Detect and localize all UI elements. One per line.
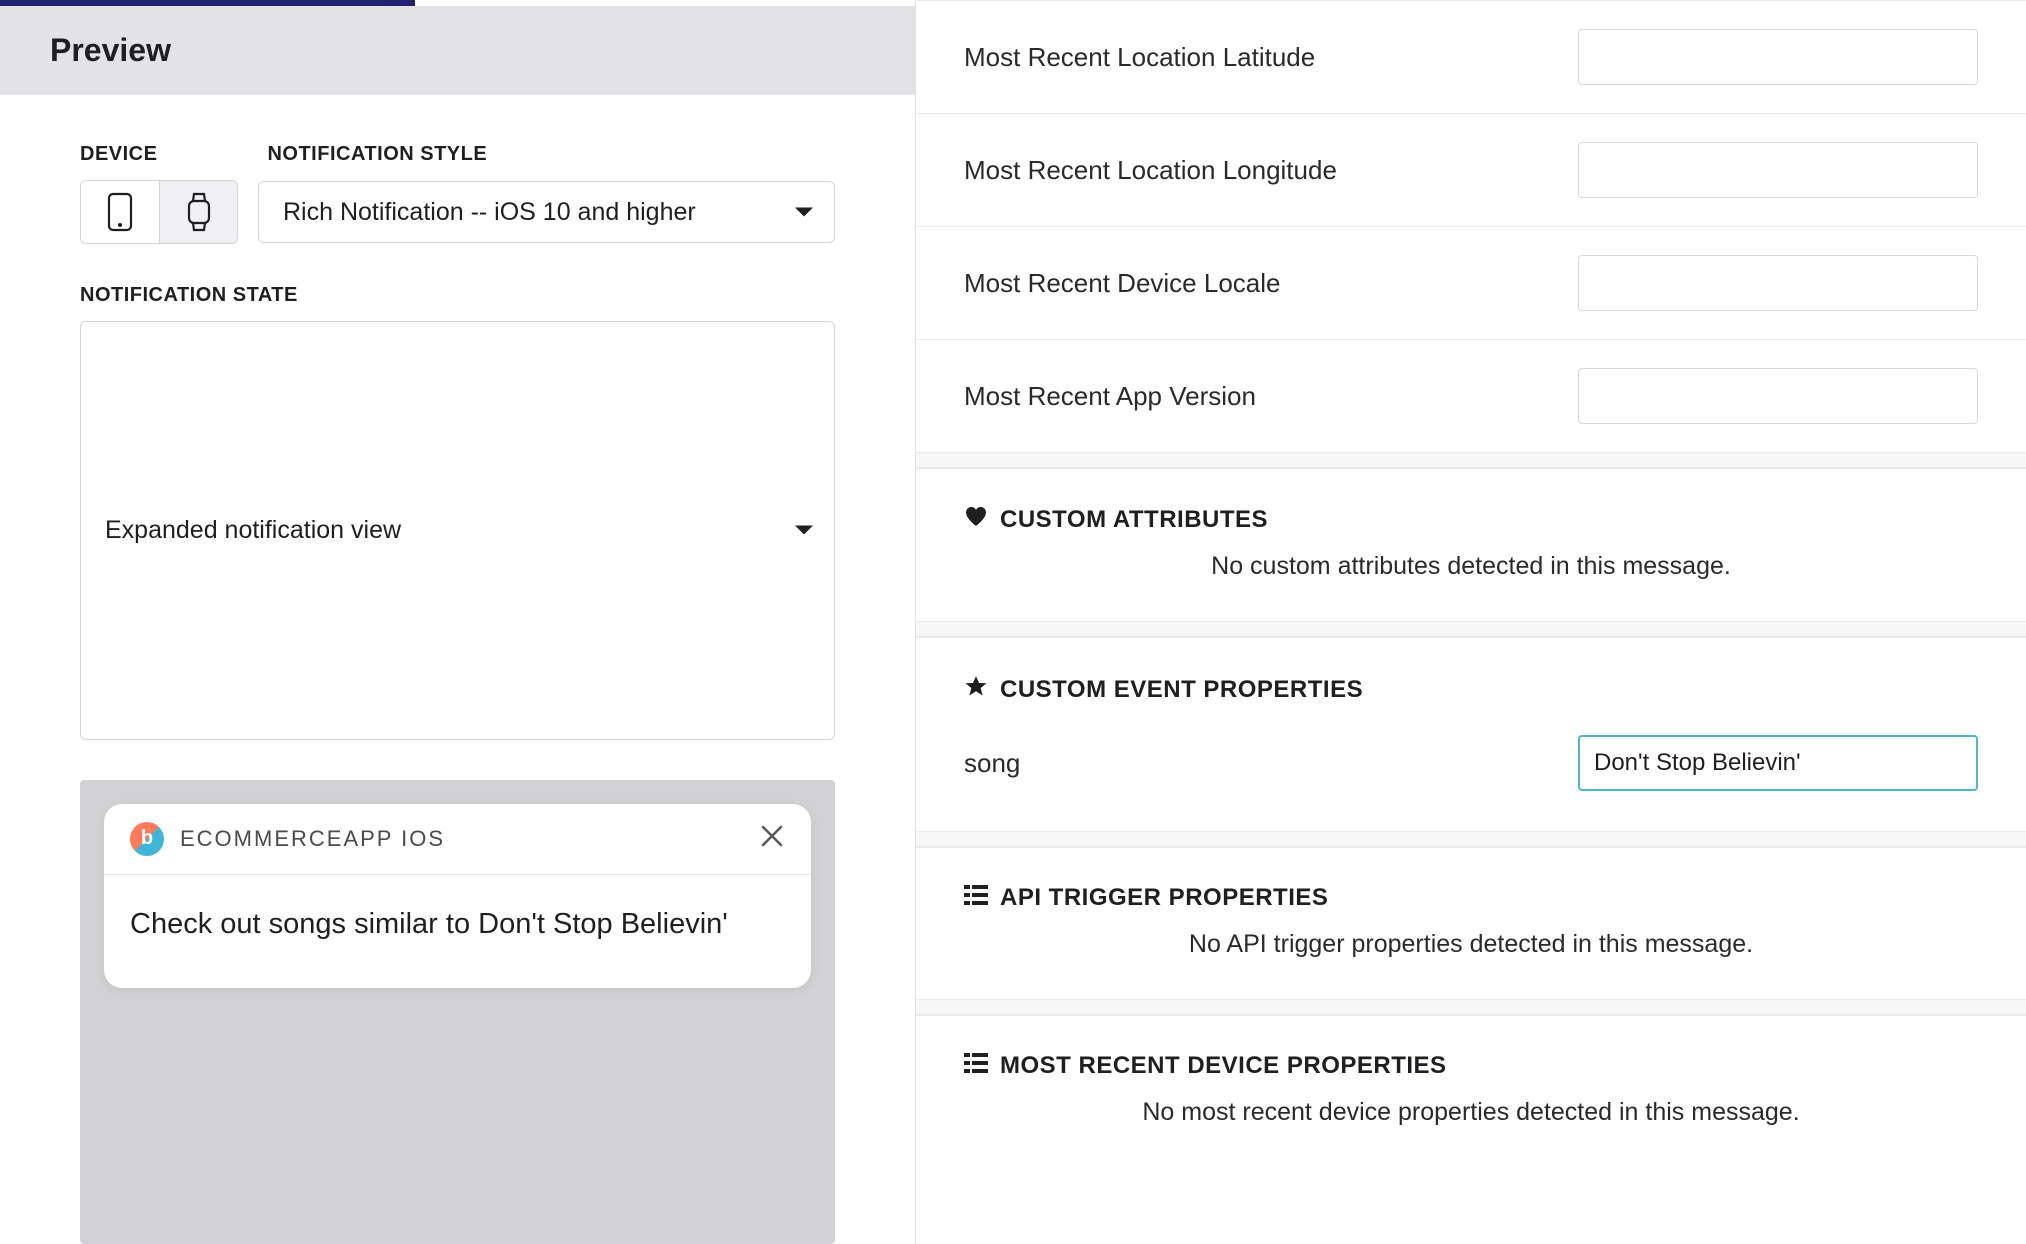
song-input[interactable] — [1578, 735, 1978, 791]
close-icon[interactable] — [759, 823, 785, 854]
field-row-app-version: Most Recent App Version — [916, 340, 2026, 452]
field-row-latitude: Most Recent Location Latitude — [916, 1, 2026, 114]
divider — [916, 831, 2026, 847]
api-trigger-section: API TRIGGER PROPERTIES No API trigger pr… — [916, 847, 2026, 999]
custom-attributes-empty: No custom attributes detected in this me… — [964, 552, 1978, 581]
custom-attributes-title: CUSTOM ATTRIBUTES — [1000, 506, 1268, 534]
notification-style-label: NOTIFICATION STYLE — [267, 143, 487, 166]
device-properties-section: MOST RECENT DEVICE PROPERTIES No most re… — [916, 1015, 2026, 1167]
field-label: Most Recent Location Longitude — [964, 155, 1337, 186]
field-label: Most Recent Device Locale — [964, 268, 1280, 299]
latitude-input[interactable] — [1578, 29, 1978, 85]
notification-style-value: Rich Notification -- iOS 10 and higher — [283, 198, 696, 227]
field-row-longitude: Most Recent Location Longitude — [916, 114, 2026, 227]
custom-event-properties-section: CUSTOM EVENT PROPERTIES song — [916, 637, 2026, 831]
list-icon — [964, 884, 988, 912]
divider — [916, 621, 2026, 637]
notification-style-select[interactable]: Rich Notification -- iOS 10 and higher — [258, 181, 835, 243]
device-toggle — [80, 180, 238, 244]
preview-panel: Preview DEVICE NOTIFICATION STYLE — [0, 0, 916, 1244]
device-properties-empty: No most recent device properties detecte… — [964, 1098, 1978, 1127]
chevron-down-icon — [794, 198, 814, 227]
device-watch-button[interactable] — [159, 181, 237, 243]
device-phone-button[interactable] — [81, 181, 159, 243]
field-label: Most Recent Location Latitude — [964, 42, 1315, 73]
list-icon — [964, 1052, 988, 1080]
notification-state-value: Expanded notification view — [105, 516, 401, 545]
preview-title: Preview — [50, 32, 865, 69]
custom-event-properties-title: CUSTOM EVENT PROPERTIES — [1000, 676, 1363, 704]
notification-state-label: NOTIFICATION STATE — [80, 284, 835, 307]
device-label: DEVICE — [80, 143, 157, 166]
chevron-down-icon — [794, 516, 814, 545]
divider — [916, 452, 2026, 468]
divider — [916, 999, 2026, 1015]
notification-app-name: ECOMMERCEAPP IOS — [180, 826, 445, 852]
notification-card: b ECOMMERCEAPP IOS Check out songs simil… — [104, 804, 811, 988]
heart-icon — [964, 505, 988, 534]
field-label: Most Recent App Version — [964, 381, 1256, 412]
locale-input[interactable] — [1578, 255, 1978, 311]
app-logo-icon: b — [130, 822, 164, 856]
app-version-input[interactable] — [1578, 368, 1978, 424]
longitude-input[interactable] — [1578, 142, 1978, 198]
api-trigger-title: API TRIGGER PROPERTIES — [1000, 884, 1328, 912]
phone-icon — [107, 192, 133, 232]
api-trigger-empty: No API trigger properties detected in th… — [964, 930, 1978, 959]
notification-preview-area: b ECOMMERCEAPP IOS Check out songs simil… — [80, 780, 835, 1244]
properties-panel: Most Recent Location Latitude Most Recen… — [916, 0, 2026, 1244]
notification-body-text: Check out songs similar to Don't Stop Be… — [104, 875, 811, 988]
event-property-key: song — [964, 748, 1020, 779]
notification-state-select[interactable]: Expanded notification view — [80, 321, 835, 740]
star-icon — [964, 674, 988, 705]
custom-attributes-section: CUSTOM ATTRIBUTES No custom attributes d… — [916, 468, 2026, 621]
event-property-row: song — [964, 735, 1978, 791]
watch-icon — [185, 192, 213, 232]
preview-title-bar: Preview — [0, 6, 915, 95]
field-row-locale: Most Recent Device Locale — [916, 227, 2026, 340]
device-properties-title: MOST RECENT DEVICE PROPERTIES — [1000, 1052, 1447, 1080]
